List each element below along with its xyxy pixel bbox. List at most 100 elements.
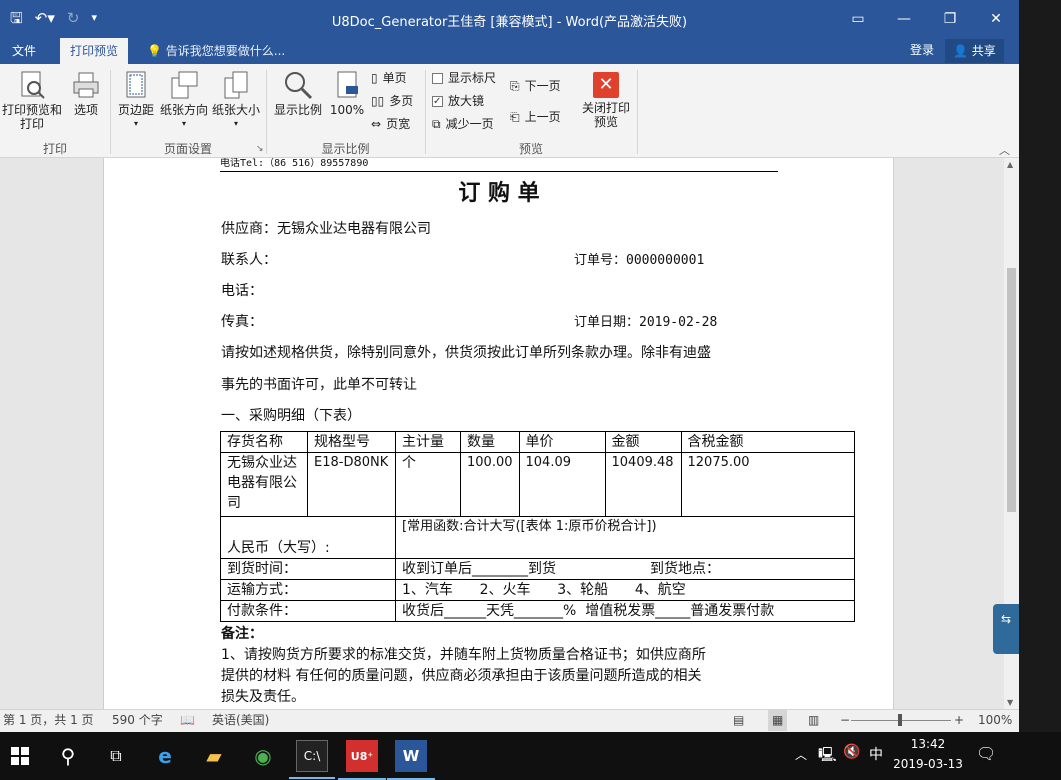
clock-time: 13:42 [910,737,946,751]
terms-paragraph-1: 请按如述规格供货，除特别同意外，供货须按此订单所列条款办理。除非有迪盛 [221,345,711,361]
proofing-icon[interactable]: 📖 [180,710,195,731]
close-preview-label: 关闭打印预览 [582,101,631,129]
read-mode-icon[interactable]: ▤ [733,710,744,731]
minimize-button[interactable]: — [881,0,927,38]
multi-page-icon: ▯▯ [371,94,385,108]
scrollbar-thumb[interactable] [1007,268,1016,512]
zoom-slider-thumb[interactable] [898,714,902,726]
volume-muted-icon[interactable]: 🔇 [843,744,860,760]
zoom-level[interactable]: 100% [978,710,1012,731]
close-button[interactable]: ✕ [973,0,1019,38]
browser-icon[interactable]: ◉ [247,740,279,772]
tab-print-preview[interactable]: 打印预览 [60,38,129,64]
word-window: 🖫 ↶▾ ↻ ▾ U8Doc_Generator王佳奇 [兼容模式] - Wor… [0,0,1019,732]
size-label: 纸张大小 [211,103,260,117]
next-page-label: 下一页 [524,79,561,93]
show-hidden-icons-icon[interactable]: ︿ [795,746,807,763]
group-preview-label: 预览 [518,142,543,156]
clock[interactable]: 13:42 2019-03-13 [893,734,963,774]
file-explorer-icon[interactable]: ▰ [198,740,230,772]
ribbon-display-options-icon[interactable]: ▭ [835,0,881,38]
desktop-edge: ⇆ [993,0,1061,732]
scroll-up-icon[interactable]: ▲ [1007,160,1013,169]
checkbox-checked-icon [432,94,443,110]
table-header-cell: 含税金额 [680,431,855,453]
status-bar: 第 1 页，共 1 页 590 个字 📖 英语(美国) ▤ ▦ ▥ − + 10… [0,709,1019,732]
magnifier-checkbox[interactable]: 放大镜 [432,93,484,110]
side-widget-icon[interactable]: ⇆ [993,604,1019,654]
print-preview-and-print-label: 打印预览和打印 [2,103,63,131]
restore-button[interactable]: ❐ [927,0,973,38]
arrival-cell: 收到订单后________到货 到货地点： [395,558,855,580]
chevron-down-icon: ▾ [233,119,238,128]
size-button[interactable]: 纸张大小 ▾ [211,70,261,131]
print-layout-icon[interactable]: ▦ [768,710,788,731]
prev-page-button[interactable]: ⎗ 上一页 [510,109,561,125]
orientation-button[interactable]: 纸张方向 ▾ [158,70,210,131]
one-page-button[interactable]: ▯ 单页 [371,70,407,86]
shrink-page-icon: ⧉ [432,117,441,131]
supplier-line: 供应商：无锡众业达电器有限公司 [221,221,431,237]
tell-me-search[interactable]: 💡 告诉我您想要做什么... [147,38,285,64]
payment-label: 付款条件： [220,600,396,622]
group-separator [637,70,638,154]
zoom-label: 显示比例 [273,103,322,117]
command-prompt-icon[interactable]: C:\ [289,740,335,779]
rmb-label: 人民币（大写）: [220,516,396,559]
tab-file[interactable]: 文件 [2,38,46,64]
share-button[interactable]: 👤 共享 [945,39,1004,63]
internet-explorer-icon[interactable]: e [149,740,181,772]
table-cell: 10409.48 [604,452,682,517]
arrival-label: 到货时间： [220,558,396,580]
login-link[interactable]: 登录 [910,38,934,62]
table-header-row: 存货名称 规格型号 主计量 数量 单价 金额 含税金额 [220,431,855,453]
prev-page-icon: ⎗ [510,110,520,124]
ime-indicator[interactable]: 中 [869,744,883,764]
page-count[interactable]: 第 1 页，共 1 页 [3,710,94,731]
margins-button[interactable]: 页边距 ▾ [114,70,158,131]
table-cell: 104.09 [518,452,606,517]
tell-me-text: 告诉我您想要做什么... [165,44,286,58]
web-layout-icon[interactable]: ▥ [808,710,819,731]
word-app-icon[interactable]: W [387,740,435,780]
print-preview-and-print-button[interactable]: 打印预览和打印 [2,70,62,131]
shrink-one-page-button[interactable]: ⧉ 减少一页 [432,116,494,132]
checkbox-unchecked-icon [432,72,443,84]
task-view-icon[interactable]: ⧉ [100,740,132,772]
table-cell: 12075.00 [680,452,855,517]
zoom-out-icon[interactable]: − [840,710,850,731]
terms-paragraph-2: 事先的书面许可，此单不可转让 [221,377,417,393]
zoom-100-button[interactable]: 100% [328,70,366,117]
remark-line-2: 提供的材料 有任何的质量问题，供应商必须承担由于该质量问题所造成的相关 [221,668,702,684]
notifications-icon[interactable]: 🗨 [976,744,996,763]
purchase-items-table: 存货名称 规格型号 主计量 数量 单价 金额 含税金额 无锡众业达电器有限公司 … [220,431,855,622]
next-page-button[interactable]: ⎘ 下一页 [510,78,561,94]
document-page[interactable]: 电话Tel:（86 516）89557890 订 购 单 供应商：无锡众业达电器… [103,158,894,709]
arrival-place: 到货地点： [650,561,720,577]
table-header-cell: 主计量 [395,431,461,453]
remark-label: 备注： [221,626,263,642]
group-zoom-label: 显示比例 [321,142,370,156]
page-width-button[interactable]: ⇔ 页宽 [371,116,410,132]
table-row: 运输方式： 1、汽车 2、火车 3、轮船 4、航空 [220,579,855,601]
zoom-in-icon[interactable]: + [954,710,964,731]
u8-app-icon[interactable]: U8⁺ [338,740,386,780]
word-count[interactable]: 590 个字 [112,710,163,731]
table-header-cell: 单价 [518,431,606,453]
show-ruler-checkbox[interactable]: 显示标尺 [432,70,496,86]
collapse-ribbon-icon[interactable]: ︿ [999,142,1010,158]
zoom-button[interactable]: 显示比例 [272,70,324,117]
options-button[interactable]: 选项 [68,70,104,117]
ribbon: 打印预览和打印 选项 页边距 ▾ 纸张方向 ▾ 纸张大小 ▾ 显示比例 100%… [0,64,1019,158]
scroll-down-icon[interactable]: ▼ [1007,698,1013,707]
window-controls: ▭ — ❐ ✕ [835,0,1019,38]
network-icon[interactable]: 🖳 [818,744,837,768]
ribbon-tab-bar: 文件 打印预览 💡 告诉我您想要做什么... 登录 👤 共享 [0,38,1019,64]
language-indicator[interactable]: 英语(美国) [212,710,269,731]
search-icon[interactable]: ⚲ [52,740,84,772]
close-preview-button[interactable]: ✕ 关闭打印预览 [582,72,630,129]
dialog-launcher-icon[interactable]: ↘ [256,144,264,154]
start-button[interactable] [4,740,36,772]
zoom-100-icon [332,70,362,100]
multi-page-button[interactable]: ▯▯ 多页 [371,93,413,109]
